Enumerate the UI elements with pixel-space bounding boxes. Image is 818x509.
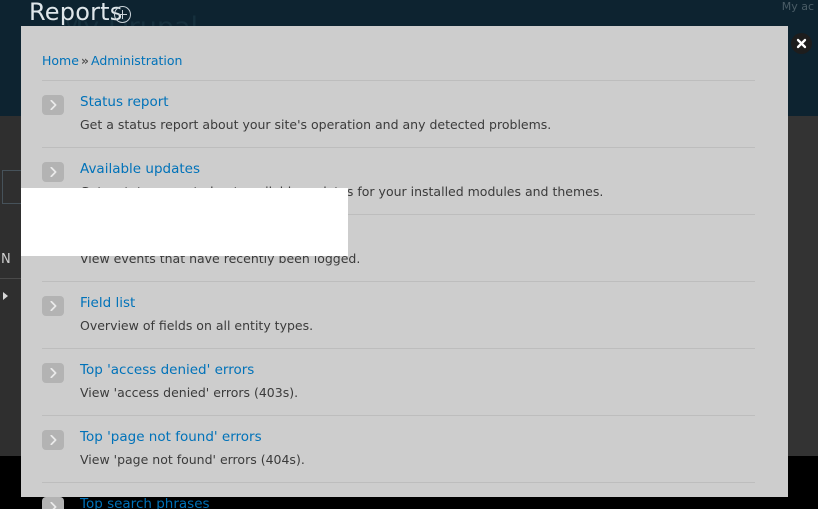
- highlight-overlay: [21, 188, 348, 256]
- list-item-title[interactable]: Status report: [80, 94, 755, 110]
- chevron-right-icon: [42, 363, 64, 383]
- my-account-link[interactable]: My ac: [782, 0, 814, 13]
- list-item[interactable]: Status report Get a status report about …: [42, 81, 755, 148]
- list-item-title[interactable]: Available updates: [80, 161, 755, 177]
- list-item[interactable]: Field list Overview of fields on all ent…: [42, 282, 755, 349]
- list-item[interactable]: Top 'page not found' errors View 'page n…: [42, 416, 755, 483]
- chevron-right-icon: [42, 296, 64, 316]
- sidebar-label: N: [1, 252, 11, 267]
- admin-task-list: Status report Get a status report about …: [42, 81, 755, 509]
- breadcrumb: Home» Administration: [42, 53, 755, 81]
- list-item[interactable]: Top search phrases View most popular sea…: [42, 483, 755, 509]
- reports-modal-dialog: Home» Administration Status report Get a …: [21, 26, 788, 509]
- chevron-right-icon[interactable]: [3, 292, 8, 300]
- chevron-right-icon: [42, 95, 64, 115]
- page-title: Reports: [29, 0, 123, 26]
- list-item[interactable]: Top 'access denied' errors View 'access …: [42, 349, 755, 416]
- list-item-title[interactable]: Top 'page not found' errors: [80, 429, 755, 445]
- list-item-description: Overview of fields on all entity types.: [80, 318, 314, 333]
- list-item-title[interactable]: Field list: [80, 295, 755, 311]
- close-icon[interactable]: [791, 33, 812, 54]
- list-item-title[interactable]: Top search phrases: [80, 496, 755, 509]
- background-sidebar: [0, 116, 22, 456]
- breadcrumb-home[interactable]: Home: [42, 53, 79, 68]
- breadcrumb-separator: »: [80, 53, 89, 68]
- list-item-description: Get a status report about your site's op…: [80, 117, 552, 132]
- list-item-description: View 'access denied' errors (403s).: [80, 385, 299, 400]
- chevron-right-icon: [42, 497, 64, 509]
- list-item-title[interactable]: Top 'access denied' errors: [80, 362, 755, 378]
- chevron-right-icon: [42, 430, 64, 450]
- modal-body: Home» Administration Status report Get a …: [42, 26, 767, 509]
- breadcrumb-administration[interactable]: Administration: [91, 53, 182, 68]
- list-item-description: View 'page not found' errors (404s).: [80, 452, 305, 467]
- chevron-right-icon: [42, 162, 64, 182]
- target-plus-icon[interactable]: [114, 6, 131, 23]
